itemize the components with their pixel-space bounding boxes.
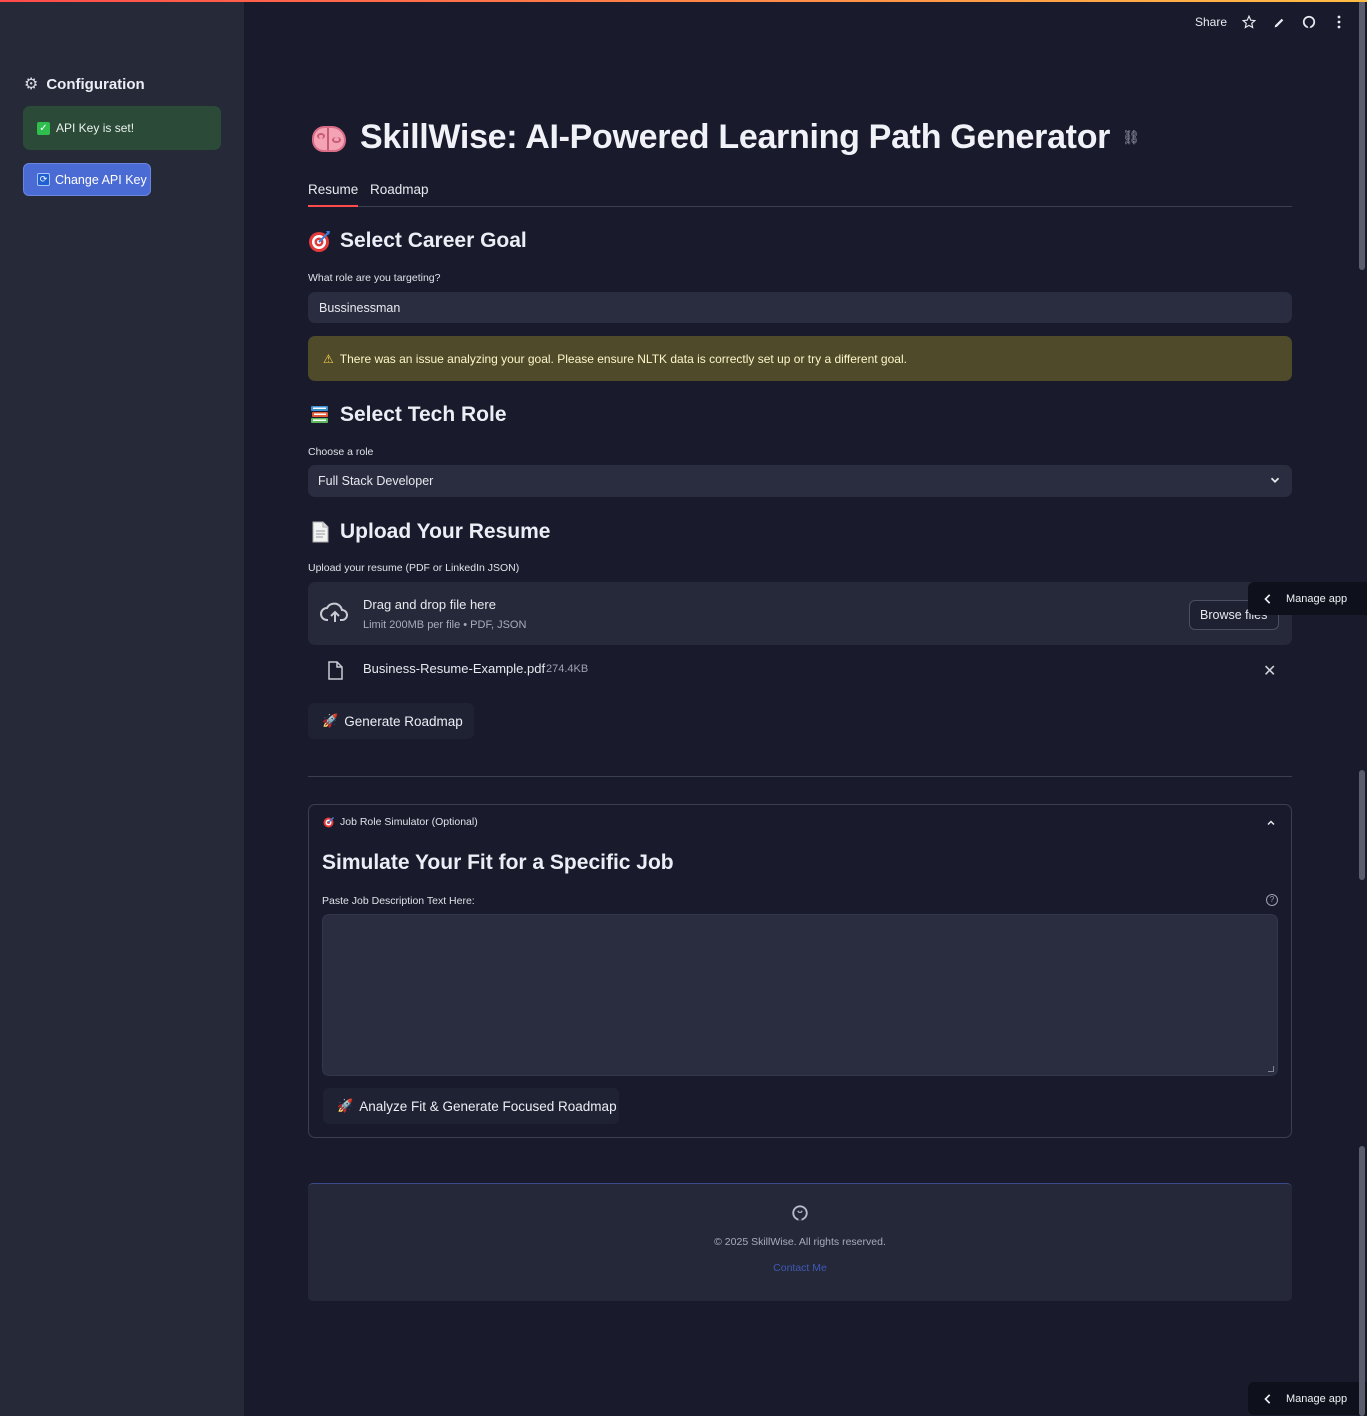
tech-role-heading: Select Tech Role [308, 403, 507, 427]
chevron-left-icon [1264, 1393, 1271, 1404]
dropzone-limit: Limit 200MB per file • PDF, JSON [363, 619, 527, 631]
api-key-status: ✓ API Key is set! [23, 106, 221, 150]
more-icon[interactable] [1331, 14, 1347, 30]
career-goal-label: What role are you targeting? [308, 272, 441, 284]
file-icon [328, 661, 343, 680]
generate-roadmap-button[interactable]: 🚀 Generate Roadmap [308, 703, 474, 739]
warning-text: There was an issue analyzing your goal. … [339, 351, 907, 366]
resume-upload-label: Upload your resume (PDF or LinkedIn JSON… [308, 562, 520, 574]
chevron-left-icon [1264, 593, 1271, 604]
change-api-key-label: Change API Key [55, 172, 147, 187]
change-api-key-button[interactable]: ⟳ Change API Key [23, 163, 151, 196]
career-goal-input[interactable]: Bussinessman [308, 292, 1292, 323]
job-description-label: Paste Job Description Text Here: [322, 895, 475, 907]
uploaded-file: Business-Resume-Example.pdf 274.4KB ✕ [308, 655, 1292, 685]
warning-alert: ⚠ There was an issue analyzing your goal… [308, 336, 1292, 381]
books-icon [311, 406, 328, 423]
generate-roadmap-label: Generate Roadmap [344, 713, 463, 729]
analyze-fit-label: Analyze Fit & Generate Focused Roadmap [359, 1098, 617, 1114]
job-description-textarea[interactable] [322, 914, 1278, 1076]
resize-handle[interactable] [1268, 1066, 1274, 1072]
tech-role-heading-text: Select Tech Role [340, 403, 507, 426]
manage-app-label: Manage app [1286, 592, 1348, 605]
tech-role-selected: Full Stack Developer [318, 474, 434, 488]
cloud-upload-icon [320, 602, 348, 622]
divider [308, 776, 1292, 777]
career-goal-heading: Select Career Goal [308, 229, 527, 253]
tech-role-label: Choose a role [308, 446, 374, 458]
career-goal-heading-text: Select Career Goal [340, 229, 527, 252]
top-accent-line [0, 0, 1367, 2]
file-dropzone[interactable]: Drag and drop file here Limit 200MB per … [308, 582, 1292, 645]
chevron-down-icon [1270, 477, 1280, 483]
dropzone-text: Drag and drop file here [363, 597, 496, 612]
checkmark-icon: ✓ [37, 121, 50, 135]
rocket-icon: 🚀 [337, 1098, 354, 1113]
footer: © 2025 SkillWise. All rights reserved. C… [308, 1183, 1292, 1301]
manage-app-label-bottom: Manage app [1286, 1392, 1348, 1405]
tab-bar: Resume Roadmap [308, 180, 1292, 207]
link-icon[interactable]: ⛓ [1122, 129, 1140, 146]
star-icon[interactable] [1241, 14, 1257, 30]
github-icon[interactable] [791, 1204, 809, 1222]
manage-app-button[interactable]: Manage app [1248, 582, 1367, 615]
scrollbar-thumb[interactable] [1359, 0, 1365, 270]
sidebar-title-text: Configuration [46, 75, 145, 93]
job-simulator-expander: Job Role Simulator (Optional) Simulate Y… [308, 804, 1292, 1138]
expander-label: Job Role Simulator (Optional) [340, 816, 478, 828]
copyright-text: © 2025 SkillWise. All rights reserved. [714, 1236, 886, 1248]
manage-app-button-bottom[interactable]: Manage app [1248, 1382, 1367, 1415]
share-button[interactable]: Share [1195, 15, 1227, 29]
scrollbar-thumb-tertiary[interactable] [1359, 1146, 1365, 1416]
app-toolbar: Share [1195, 14, 1347, 30]
file-size: 274.4KB [546, 663, 589, 675]
expander-header[interactable]: Job Role Simulator (Optional) [323, 816, 478, 828]
brain-icon [308, 120, 350, 156]
tab-roadmap[interactable]: Roadmap [370, 182, 429, 207]
resume-heading: Upload Your Resume [308, 520, 550, 544]
help-icon[interactable]: ? [1266, 894, 1278, 906]
gear-icon: ⚙ [24, 76, 39, 93]
target-icon [323, 816, 335, 828]
tech-role-select[interactable]: Full Stack Developer [308, 465, 1292, 497]
analyze-fit-button[interactable]: 🚀 Analyze Fit & Generate Focused Roadmap [323, 1088, 619, 1124]
remove-file-icon[interactable]: ✕ [1263, 661, 1276, 681]
api-key-status-text: API Key is set! [56, 121, 135, 135]
refresh-icon: ⟳ [37, 173, 50, 186]
document-icon [312, 521, 329, 543]
career-goal-value: Bussinessman [319, 300, 401, 315]
github-icon[interactable] [1301, 14, 1317, 30]
app-title: SkillWise: AI-Powered Learning Path Gene… [360, 118, 1111, 156]
file-name: Business-Resume-Example.pdf [363, 661, 546, 676]
edit-icon[interactable] [1271, 14, 1287, 30]
tab-resume[interactable]: Resume [308, 182, 359, 207]
rocket-icon: 🚀 [322, 713, 339, 728]
simulator-heading: Simulate Your Fit for a Specific Job [322, 851, 674, 874]
sidebar-title: ⚙ Configuration [24, 74, 145, 94]
target-icon [309, 231, 330, 252]
chevron-up-icon[interactable] [1265, 817, 1277, 829]
page-title: SkillWise: AI-Powered Learning Path Gene… [308, 118, 1140, 157]
resume-heading-text: Upload Your Resume [340, 520, 551, 543]
contact-link[interactable]: Contact Me [308, 1262, 1292, 1274]
warning-icon: ⚠ [323, 351, 334, 366]
scrollbar-thumb-secondary[interactable] [1359, 770, 1365, 880]
sidebar: ⚙ Configuration ✓ API Key is set! ⟳ Chan… [0, 0, 244, 1416]
